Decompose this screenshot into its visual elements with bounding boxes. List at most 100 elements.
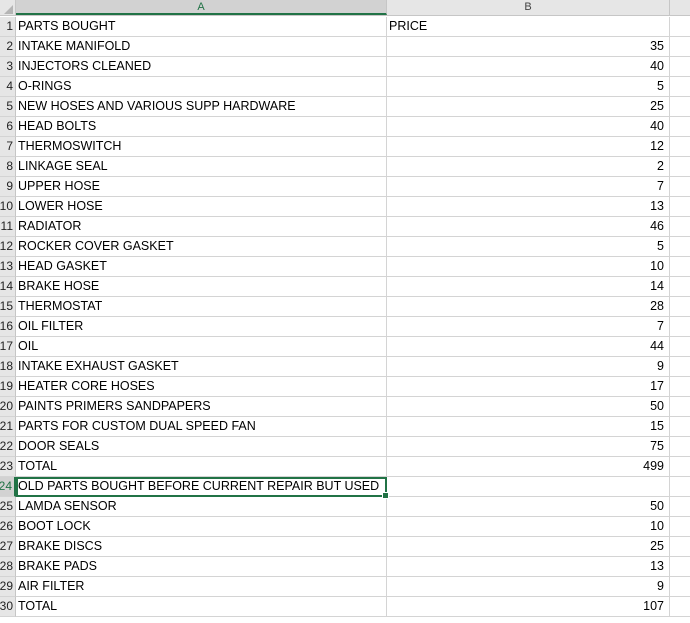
cell-b[interactable]: 44 — [387, 337, 670, 357]
row-header[interactable]: 11 — [0, 217, 16, 237]
cell-c[interactable] — [670, 197, 690, 217]
cell-b[interactable]: 35 — [387, 37, 670, 57]
row-header[interactable]: 19 — [0, 377, 16, 397]
row-header[interactable]: 30 — [0, 597, 16, 617]
column-header-c[interactable] — [670, 0, 690, 15]
row-header[interactable]: 26 — [0, 517, 16, 537]
row-header[interactable]: 7 — [0, 137, 16, 157]
cell-b[interactable]: 17 — [387, 377, 670, 397]
row-header[interactable]: 10 — [0, 197, 16, 217]
cell-b[interactable]: 7 — [387, 317, 670, 337]
cell-c[interactable] — [670, 497, 690, 517]
cell-b[interactable]: 5 — [387, 77, 670, 97]
cell-c[interactable] — [670, 537, 690, 557]
row-header[interactable]: 24 — [0, 477, 16, 497]
cell-a[interactable]: THERMOSWITCH — [16, 137, 387, 157]
row-header[interactable]: 22 — [0, 437, 16, 457]
cell-a[interactable]: BRAKE HOSE — [16, 277, 387, 297]
row-header[interactable]: 13 — [0, 257, 16, 277]
cell-a[interactable]: OIL — [16, 337, 387, 357]
cell-c[interactable] — [670, 97, 690, 117]
cell-a[interactable]: RADIATOR — [16, 217, 387, 237]
cell-a[interactable]: TOTAL — [16, 597, 387, 617]
cell-b[interactable]: 10 — [387, 517, 670, 537]
cell-a[interactable]: BOOT LOCK — [16, 517, 387, 537]
cell-b[interactable]: 75 — [387, 437, 670, 457]
cell-c[interactable] — [670, 277, 690, 297]
cell-c[interactable] — [670, 477, 690, 497]
cell-a[interactable]: O-RINGS — [16, 77, 387, 97]
cell-a[interactable]: BRAKE DISCS — [16, 537, 387, 557]
cell-b[interactable]: 40 — [387, 57, 670, 77]
cell-c[interactable] — [670, 117, 690, 137]
cell-c[interactable] — [670, 237, 690, 257]
cell-a[interactable]: NEW HOSES AND VARIOUS SUPP HARDWARE — [16, 97, 387, 117]
cell-a[interactable]: THERMOSTAT — [16, 297, 387, 317]
cell-b[interactable]: 28 — [387, 297, 670, 317]
cell-c[interactable] — [670, 77, 690, 97]
cell-c[interactable] — [670, 57, 690, 77]
row-header[interactable]: 8 — [0, 157, 16, 177]
cell-a[interactable]: PARTS BOUGHT — [16, 17, 387, 37]
column-header-b[interactable]: B — [387, 0, 670, 15]
cell-c[interactable] — [670, 257, 690, 277]
row-header[interactable]: 12 — [0, 237, 16, 257]
cell-c[interactable] — [670, 337, 690, 357]
row-header[interactable]: 6 — [0, 117, 16, 137]
cell-b[interactable]: 13 — [387, 557, 670, 577]
cell-a[interactable]: UPPER HOSE — [16, 177, 387, 197]
cell-a[interactable]: HEAD GASKET — [16, 257, 387, 277]
row-header[interactable]: 18 — [0, 357, 16, 377]
row-header[interactable]: 17 — [0, 337, 16, 357]
cell-c[interactable] — [670, 517, 690, 537]
cell-c[interactable] — [670, 397, 690, 417]
cell-b[interactable]: 12 — [387, 137, 670, 157]
select-all-corner[interactable] — [0, 0, 16, 16]
cell-a[interactable]: INJECTORS CLEANED — [16, 57, 387, 77]
cell-b[interactable] — [387, 477, 670, 497]
row-header[interactable]: 5 — [0, 97, 16, 117]
cell-a[interactable]: LOWER HOSE — [16, 197, 387, 217]
column-header-a[interactable]: A — [16, 0, 387, 15]
cell-b[interactable]: 15 — [387, 417, 670, 437]
cell-c[interactable] — [670, 597, 690, 617]
row-header[interactable]: 9 — [0, 177, 16, 197]
row-header[interactable]: 21 — [0, 417, 16, 437]
cell-a[interactable]: PARTS FOR CUSTOM DUAL SPEED FAN — [16, 417, 387, 437]
cell-a[interactable]: TOTAL — [16, 457, 387, 477]
cell-b[interactable]: PRICE — [387, 17, 670, 37]
cell-b[interactable]: 107 — [387, 597, 670, 617]
cell-b[interactable]: 9 — [387, 357, 670, 377]
cell-b[interactable]: 9 — [387, 577, 670, 597]
row-header[interactable]: 27 — [0, 537, 16, 557]
cell-c[interactable] — [670, 217, 690, 237]
row-header[interactable]: 3 — [0, 57, 16, 77]
cell-c[interactable] — [670, 137, 690, 157]
cell-a[interactable]: ROCKER COVER GASKET — [16, 237, 387, 257]
cell-b[interactable]: 5 — [387, 237, 670, 257]
row-header[interactable]: 2 — [0, 37, 16, 57]
cell-c[interactable] — [670, 317, 690, 337]
cell-a[interactable]: HEATER CORE HOSES — [16, 377, 387, 397]
cell-c[interactable] — [670, 577, 690, 597]
row-header[interactable]: 20 — [0, 397, 16, 417]
row-header[interactable]: 1 — [0, 17, 16, 37]
cell-c[interactable] — [670, 157, 690, 177]
row-header[interactable]: 25 — [0, 497, 16, 517]
row-header[interactable]: 16 — [0, 317, 16, 337]
row-header[interactable]: 29 — [0, 577, 16, 597]
cell-a[interactable]: PAINTS PRIMERS SANDPAPERS — [16, 397, 387, 417]
row-header[interactable]: 28 — [0, 557, 16, 577]
cell-b[interactable]: 499 — [387, 457, 670, 477]
cell-a[interactable]: INTAKE EXHAUST GASKET — [16, 357, 387, 377]
row-header[interactable]: 15 — [0, 297, 16, 317]
cell-c[interactable] — [670, 17, 690, 37]
cell-c[interactable] — [670, 377, 690, 397]
cell-c[interactable] — [670, 457, 690, 477]
cell-c[interactable] — [670, 557, 690, 577]
cell-c[interactable] — [670, 297, 690, 317]
cell-b[interactable]: 46 — [387, 217, 670, 237]
cell-b[interactable]: 10 — [387, 257, 670, 277]
cell-a[interactable]: LINKAGE SEAL — [16, 157, 387, 177]
cell-c[interactable] — [670, 417, 690, 437]
